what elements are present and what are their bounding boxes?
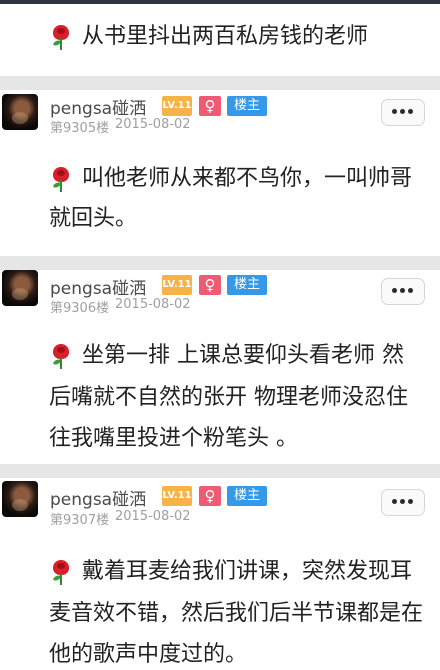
content-line: 戴着耳麦给我们讲课，突然发现耳	[48, 557, 440, 587]
post-text: 叫他老师从来都不鸟你，一叫帅哥	[82, 166, 413, 191]
content-line: 就回头。	[49, 204, 440, 234]
content-line: 往我嘴里投进个粉笔头 。	[49, 424, 440, 454]
avatar[interactable]	[2, 94, 38, 130]
host-badge: 楼主	[227, 96, 267, 116]
floor-number: 第9305楼	[50, 121, 110, 136]
level-badge: LV.11	[162, 486, 192, 506]
content-line: 他的歌声中度过的。	[49, 640, 440, 670]
gender-icon: ♀	[199, 275, 221, 295]
post-date: 2015-08-02	[115, 117, 191, 132]
post-text: 从书里抖出两百私房钱的老师	[82, 24, 369, 49]
post-text: 戴着耳麦给我们讲课，突然发现耳	[82, 559, 413, 584]
previous-post-content: 从书里抖出两百私房钱的老师	[0, 4, 440, 76]
rose-icon	[50, 165, 72, 193]
floor-number: 第9307楼	[50, 513, 110, 528]
host-badge: 楼主	[227, 275, 267, 295]
post-text: 他的歌声中度过的。	[49, 642, 248, 667]
username[interactable]: pengsa碰洒	[50, 274, 146, 299]
gender-icon: ♀	[199, 96, 221, 116]
content-line: 麦音效不错，然后我们后半节课都是在	[49, 599, 440, 629]
content-line: 后嘴就不自然的张开 物理老师没忍住	[49, 383, 440, 413]
post-date: 2015-08-02	[115, 509, 191, 524]
host-badge: 楼主	[227, 486, 267, 506]
ellipsis-icon	[392, 109, 414, 115]
post-text: 后嘴就不自然的张开 物理老师没忍住	[49, 385, 408, 410]
post-text: 坐第一排 上课总要仰头看老师 然	[82, 343, 404, 368]
gender-icon: ♀	[199, 486, 221, 506]
post-text: 往我嘴里投进个粉笔头 。	[49, 426, 298, 451]
floor-number: 第9306楼	[50, 301, 110, 316]
content-line: 叫他老师从来都不鸟你，一叫帅哥	[48, 164, 440, 194]
username[interactable]: pengsa碰洒	[50, 485, 146, 510]
post-text: 麦音效不错，然后我们后半节课都是在	[49, 601, 424, 626]
username[interactable]: pengsa碰洒	[50, 94, 146, 119]
post-separator	[0, 464, 440, 478]
more-options-button[interactable]	[381, 489, 425, 516]
ellipsis-icon	[392, 288, 414, 294]
rose-icon	[50, 342, 72, 370]
post-text: 就回头。	[49, 206, 138, 231]
reply-post: pengsa碰洒 LV.11 ♀ 楼主 第9307楼 2015-08-02 戴着…	[0, 478, 440, 670]
post-date: 2015-08-02	[115, 297, 191, 312]
avatar[interactable]	[2, 481, 38, 517]
ellipsis-icon	[392, 499, 414, 505]
level-badge: LV.11	[162, 275, 192, 295]
content-line: 从书里抖出两百私房钱的老师	[48, 22, 440, 52]
reply-post: pengsa碰洒 LV.11 ♀ 楼主 第9305楼 2015-08-02 叫他…	[0, 90, 440, 256]
content-line: 坐第一排 上课总要仰头看老师 然	[48, 341, 440, 371]
reply-post: pengsa碰洒 LV.11 ♀ 楼主 第9306楼 2015-08-02 坐第…	[0, 270, 440, 464]
rose-icon	[50, 23, 72, 51]
post-separator	[0, 76, 440, 90]
rose-icon	[50, 558, 72, 586]
more-options-button[interactable]	[381, 278, 425, 305]
avatar[interactable]	[2, 270, 38, 306]
more-options-button[interactable]	[381, 99, 425, 126]
level-badge: LV.11	[162, 96, 192, 116]
post-separator	[0, 256, 440, 270]
